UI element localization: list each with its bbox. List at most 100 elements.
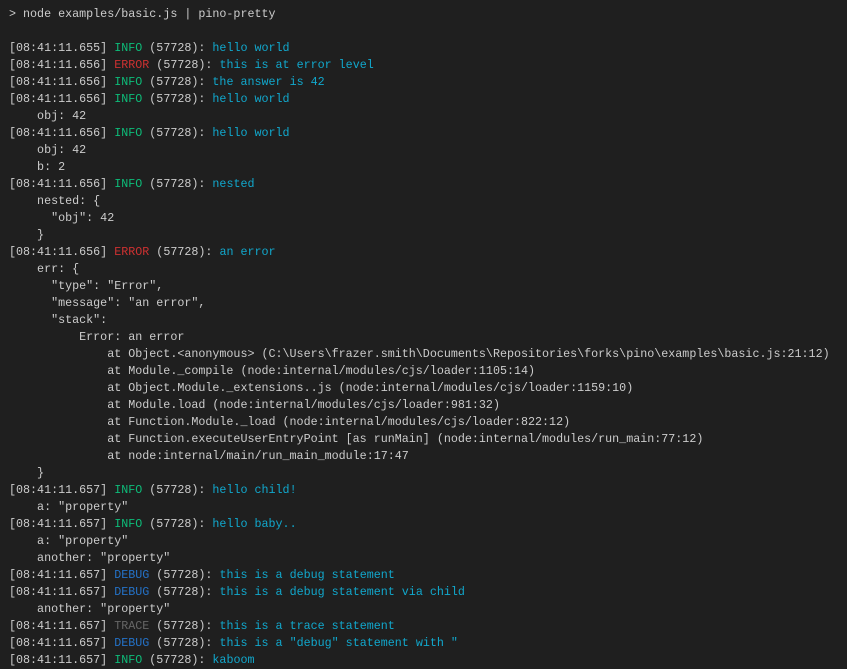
log-message: hello baby.. — [212, 517, 296, 531]
log-pid: (57728): — [149, 619, 219, 633]
log-timestamp: [08:41:11.656] — [9, 75, 114, 89]
log-pid: (57728): — [142, 126, 212, 140]
log-timestamp: [08:41:11.657] — [9, 585, 114, 599]
log-level: DEBUG — [114, 585, 149, 599]
log-level: ERROR — [114, 245, 149, 259]
log-timestamp: [08:41:11.656] — [9, 245, 114, 259]
detail-text: "message": "an error", — [9, 296, 205, 310]
log-line: [08:41:11.657] DEBUG (57728): this is a … — [9, 567, 839, 584]
log-line: [08:41:11.657] DEBUG (57728): this is a … — [9, 635, 839, 652]
log-pid: (57728): — [149, 568, 219, 582]
detail-text: at Object.Module._extensions..js (node:i… — [9, 381, 633, 395]
log-pid: (57728): — [142, 483, 212, 497]
detail-text: at Module.load (node:internal/modules/cj… — [9, 398, 500, 412]
detail-text: } — [9, 228, 44, 242]
log-level: DEBUG — [114, 636, 149, 650]
blank-line — [9, 23, 839, 40]
log-line: [08:41:11.656] INFO (57728): the answer … — [9, 74, 839, 91]
log-detail-line: at Object.Module._extensions..js (node:i… — [9, 380, 839, 397]
log-level: DEBUG — [114, 568, 149, 582]
log-timestamp: [08:41:11.656] — [9, 58, 114, 72]
detail-text: at Function.executeUserEntryPoint [as ru… — [9, 432, 703, 446]
log-detail-line: Error: an error — [9, 329, 839, 346]
log-message: this is a "debug" statement with " — [219, 636, 457, 650]
log-message: hello world — [212, 41, 289, 55]
log-detail-line: at Function.executeUserEntryPoint [as ru… — [9, 431, 839, 448]
log-message: hello child! — [212, 483, 296, 497]
detail-text: "obj": 42 — [9, 211, 114, 225]
log-detail-line: nested: { — [9, 193, 839, 210]
log-detail-line: "stack": — [9, 312, 839, 329]
detail-text: } — [9, 466, 44, 480]
log-detail-line: at Module._compile (node:internal/module… — [9, 363, 839, 380]
log-timestamp: [08:41:11.657] — [9, 517, 114, 531]
log-pid: (57728): — [142, 41, 212, 55]
log-pid: (57728): — [149, 585, 219, 599]
detail-text: another: "property" — [9, 602, 170, 616]
detail-text: b: 2 — [9, 160, 65, 174]
detail-text: at Function.Module._load (node:internal/… — [9, 415, 570, 429]
terminal-command-line: > node examples/basic.js | pino-pretty — [9, 6, 839, 23]
log-line: [08:41:11.657] DEBUG (57728): this is a … — [9, 584, 839, 601]
log-level: INFO — [114, 483, 142, 497]
log-line: [08:41:11.656] INFO (57728): hello world — [9, 91, 839, 108]
log-line: [08:41:11.657] INFO (57728): hello baby.… — [9, 516, 839, 533]
log-message: this is a debug statement via child — [219, 585, 464, 599]
log-detail-line: "message": "an error", — [9, 295, 839, 312]
log-line: [08:41:11.655] INFO (57728): hello world — [9, 40, 839, 57]
detail-text: nested: { — [9, 194, 100, 208]
log-detail-line: another: "property" — [9, 601, 839, 618]
detail-text: obj: 42 — [9, 109, 86, 123]
log-level: INFO — [114, 92, 142, 106]
log-level: INFO — [114, 177, 142, 191]
detail-text: obj: 42 — [9, 143, 86, 157]
log-message: an error — [219, 245, 275, 259]
detail-text: at Object.<anonymous> (C:\Users\frazer.s… — [9, 347, 830, 361]
log-timestamp: [08:41:11.656] — [9, 92, 114, 106]
log-line: [08:41:11.656] INFO (57728): nested — [9, 176, 839, 193]
log-detail-line: a: "property" — [9, 499, 839, 516]
log-line: [08:41:11.656] INFO (57728): hello world — [9, 125, 839, 142]
detail-text: "type": "Error", — [9, 279, 163, 293]
log-detail-line: err: { — [9, 261, 839, 278]
log-message: this is at error level — [219, 58, 373, 72]
log-detail-line: } — [9, 227, 839, 244]
log-timestamp: [08:41:11.657] — [9, 636, 114, 650]
log-detail-line: at Function.Module._load (node:internal/… — [9, 414, 839, 431]
log-detail-line: "type": "Error", — [9, 278, 839, 295]
log-level: ERROR — [114, 58, 149, 72]
log-message: hello world — [212, 92, 289, 106]
log-detail-line: obj: 42 — [9, 108, 839, 125]
log-pid: (57728): — [142, 92, 212, 106]
log-level: TRACE — [114, 619, 149, 633]
log-line: [08:41:11.657] INFO (57728): hello child… — [9, 482, 839, 499]
terminal-output[interactable]: > node examples/basic.js | pino-pretty [… — [0, 0, 847, 669]
log-line: [08:41:11.657] INFO (57728): kaboom — [9, 652, 839, 669]
log-detail-line: at Module.load (node:internal/modules/cj… — [9, 397, 839, 414]
log-line: [08:41:11.657] TRACE (57728): this is a … — [9, 618, 839, 635]
log-level: INFO — [114, 41, 142, 55]
log-level: INFO — [114, 75, 142, 89]
log-detail-line: another: "property" — [9, 550, 839, 567]
detail-text: a: "property" — [9, 500, 128, 514]
log-message: this is a trace statement — [219, 619, 394, 633]
log-pid: (57728): — [149, 58, 219, 72]
log-message: nested — [212, 177, 254, 191]
detail-text: Error: an error — [9, 330, 184, 344]
detail-text: a: "property" — [9, 534, 128, 548]
log-level: INFO — [114, 517, 142, 531]
log-message: hello world — [212, 126, 289, 140]
detail-text: "stack": — [9, 313, 107, 327]
log-level: INFO — [114, 126, 142, 140]
log-detail-line: at Object.<anonymous> (C:\Users\frazer.s… — [9, 346, 839, 363]
log-pid: (57728): — [142, 177, 212, 191]
log-line: [08:41:11.656] ERROR (57728): an error — [9, 244, 839, 261]
log-detail-line: "obj": 42 — [9, 210, 839, 227]
log-timestamp: [08:41:11.655] — [9, 41, 114, 55]
detail-text: at node:internal/main/run_main_module:17… — [9, 449, 409, 463]
log-pid: (57728): — [142, 653, 212, 667]
log-level: INFO — [114, 653, 142, 667]
log-timestamp: [08:41:11.657] — [9, 483, 114, 497]
log-message: this is a debug statement — [219, 568, 394, 582]
log-timestamp: [08:41:11.656] — [9, 126, 114, 140]
